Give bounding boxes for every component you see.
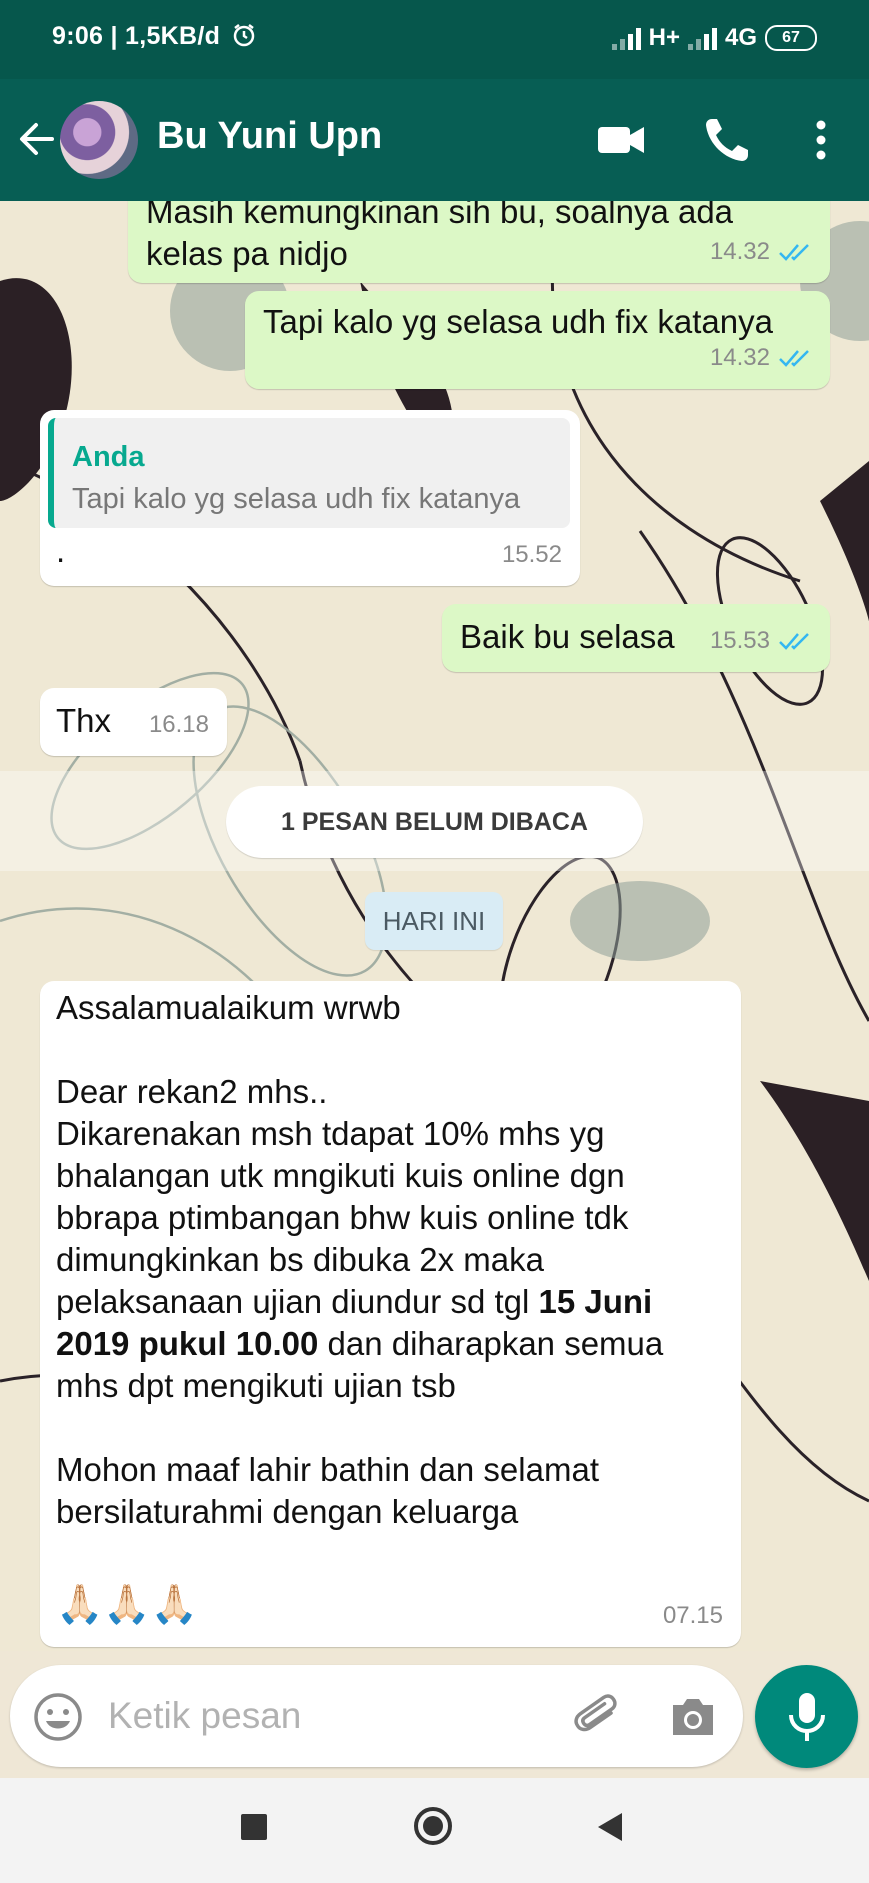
back-button[interactable]	[594, 1811, 626, 1843]
recent-apps-button[interactable]	[241, 1814, 267, 1840]
read-receipt-icon	[779, 244, 809, 261]
message-incoming-announcement[interactable]: Assalamualaikum wrwb Dear rekan2 mhs.. D…	[40, 981, 741, 1647]
message-input-bar[interactable]: Ketik pesan	[10, 1665, 743, 1767]
read-receipt-icon	[779, 350, 809, 367]
video-call-icon[interactable]	[588, 107, 654, 173]
quoted-author: Anda	[72, 441, 145, 473]
home-button[interactable]	[414, 1807, 452, 1845]
read-receipt-icon	[779, 633, 809, 650]
message-input[interactable]: Ketik pesan	[108, 1695, 301, 1737]
day-label-text: HARI INI	[382, 906, 486, 936]
message-incoming[interactable]: Thx 16.18	[40, 688, 227, 756]
voice-call-icon[interactable]	[694, 107, 760, 173]
quoted-message[interactable]: Anda Tapi kalo yg selasa udh fix katanya	[48, 418, 570, 528]
attach-icon[interactable]	[572, 1691, 626, 1745]
message-time: 07.15	[662, 1602, 723, 1629]
avatar[interactable]	[60, 101, 138, 179]
pray-emoji: 🙏🏻🙏🏻🙏🏻	[56, 1584, 198, 1626]
unread-messages-banner: 1 PESAN BELUM DIBACA	[226, 786, 643, 858]
status-time-speed: 9:06 | 1,5KB/d	[52, 22, 221, 50]
day-label: HARI INI	[365, 892, 503, 950]
microphone-icon	[789, 1693, 825, 1741]
message-outgoing[interactable]: Baik bu selasa 15.53	[442, 604, 830, 672]
network-type-1: H+	[648, 24, 680, 51]
emoji-icon[interactable]	[32, 1691, 84, 1743]
camera-icon[interactable]	[668, 1693, 718, 1741]
message-time: 16.18	[148, 711, 209, 738]
message-text: .	[56, 532, 66, 569]
more-options-icon[interactable]	[788, 107, 854, 173]
message-time: 14.32	[709, 238, 770, 265]
battery-icon: 67	[765, 25, 817, 51]
message-outgoing[interactable]: Masih kemungkinan sih bu, soalnya ada ke…	[128, 201, 830, 283]
chat-header: Bu Yuni Upn	[0, 79, 869, 201]
message-time: 15.53	[709, 627, 770, 654]
signal-icon	[611, 26, 641, 50]
message-text: Masih kemungkinan sih bu, soalnya ada	[146, 201, 734, 230]
network-type-2: 4G	[724, 24, 757, 51]
voice-record-button[interactable]	[755, 1665, 858, 1768]
message-time: 14.32	[709, 344, 770, 371]
message-time: 15.52	[501, 541, 562, 568]
chat-area[interactable]: Masih kemungkinan sih bu, soalnya ada ke…	[0, 201, 869, 1651]
status-bar: 9:06 | 1,5KB/d H+ 4G 67	[0, 0, 869, 79]
message-closing: Mohon maaf lahir bathin dan selamat bers…	[56, 1451, 599, 1530]
signal-icon-2	[687, 26, 717, 50]
unread-label: 1 PESAN BELUM DIBACA	[281, 808, 588, 836]
back-arrow-icon[interactable]	[16, 119, 56, 159]
quoted-text: Tapi kalo yg selasa udh fix katanya	[72, 483, 521, 515]
message-body: Dikarenakan msh tdapat 10% mhs yg bhalan…	[56, 1113, 721, 1407]
message-greeting: Assalamualaikum wrwb	[56, 989, 401, 1026]
message-incoming[interactable]: Anda Tapi kalo yg selasa udh fix katanya…	[40, 410, 580, 586]
message-outgoing[interactable]: Tapi kalo yg selasa udh fix katanya 14.3…	[245, 291, 830, 389]
message-salutation: Dear rekan2 mhs..	[56, 1073, 328, 1110]
system-navigation-bar	[0, 1778, 869, 1883]
contact-name[interactable]: Bu Yuni Upn	[157, 115, 382, 158]
alarm-icon	[234, 24, 255, 47]
